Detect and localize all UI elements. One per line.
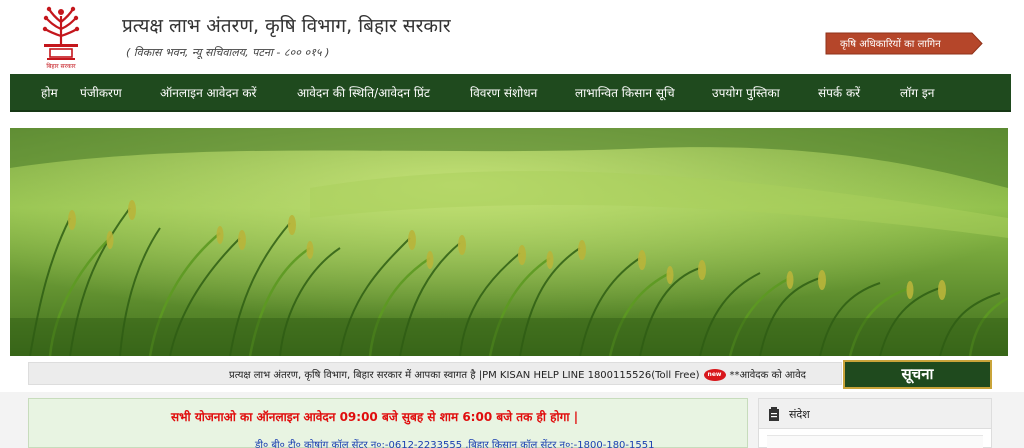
site-header: बिहार सरकार प्रत्यक्ष लाभ अंतरण, कृषि वि… xyxy=(0,0,1024,74)
bihar-emblem-logo: बिहार सरकार xyxy=(38,4,84,70)
page-title: प्रत्यक्ष लाभ अंतरण, कृषि विभाग, बिहार स… xyxy=(122,15,451,37)
message-list-row xyxy=(767,435,983,448)
officer-login-label: कृषि अधिकारियों का लागिन xyxy=(840,39,941,50)
ticker-text: प्रत्यक्ष लाभ अंतरण, कृषि विभाग, बिहार स… xyxy=(229,370,700,381)
logo-caption: बिहार सरकार xyxy=(46,62,76,70)
news-ticker: प्रत्यक्ष लाभ अंतरण, कृषि विभाग, बिहार स… xyxy=(28,362,842,385)
hero-banner-paddy-field xyxy=(10,128,1008,356)
announcement-panel: सभी योजनाओ का ऑनलाइन आवेदन 09:00 बजे सुब… xyxy=(28,398,748,448)
nav-beneficiary-list[interactable]: लाभान्वित किसान सूचि xyxy=(575,84,675,101)
officer-login-button[interactable]: कृषि अधिकारियों का लागिन xyxy=(824,31,984,56)
message-panel-title: संदेश xyxy=(789,408,810,421)
announcement-headline: सभी योजनाओ का ऑनलाइन आवेदन 09:00 बजे सुब… xyxy=(171,410,579,424)
paddy-field-image xyxy=(10,128,1008,356)
nav-home[interactable]: होम xyxy=(41,84,58,101)
nav-details-correction[interactable]: विवरण संशोधन xyxy=(470,84,537,101)
nav-online-apply[interactable]: ऑनलाइन आवेदन करें xyxy=(160,84,256,101)
helpline-numbers: डी० बी० टी० कोषांग कॉल सेंटर न०:-0612-22… xyxy=(255,440,655,448)
ticker-text-after: **आवेदक को आवेद xyxy=(729,370,807,381)
message-panel-header: संदेश xyxy=(759,399,991,429)
new-badge-icon: new xyxy=(703,369,726,381)
nav-login[interactable]: लॉग इन xyxy=(900,84,934,101)
site-address: ( विकास भवन, न्यू सचिवालय, पटना - ८०० ०१… xyxy=(126,46,330,59)
notice-button[interactable]: सूचना xyxy=(843,360,992,389)
ticker-content: प्रत्यक्ष लाभ अंतरण, कृषि विभाग, बिहार स… xyxy=(229,367,806,381)
main-navbar: होम पंजीकरण ऑनलाइन आवेदन करें आवेदन की स… xyxy=(10,74,1011,112)
nav-contact[interactable]: संपर्क करें xyxy=(818,84,860,101)
nav-user-manual[interactable]: उपयोग पुस्तिका xyxy=(712,84,780,101)
nav-registration[interactable]: पंजीकरण xyxy=(80,84,122,101)
clipboard-icon xyxy=(769,407,779,421)
nav-application-status[interactable]: आवेदन की स्थिति/आवेदन प्रिंट xyxy=(297,84,430,101)
message-panel: संदेश xyxy=(758,398,992,448)
